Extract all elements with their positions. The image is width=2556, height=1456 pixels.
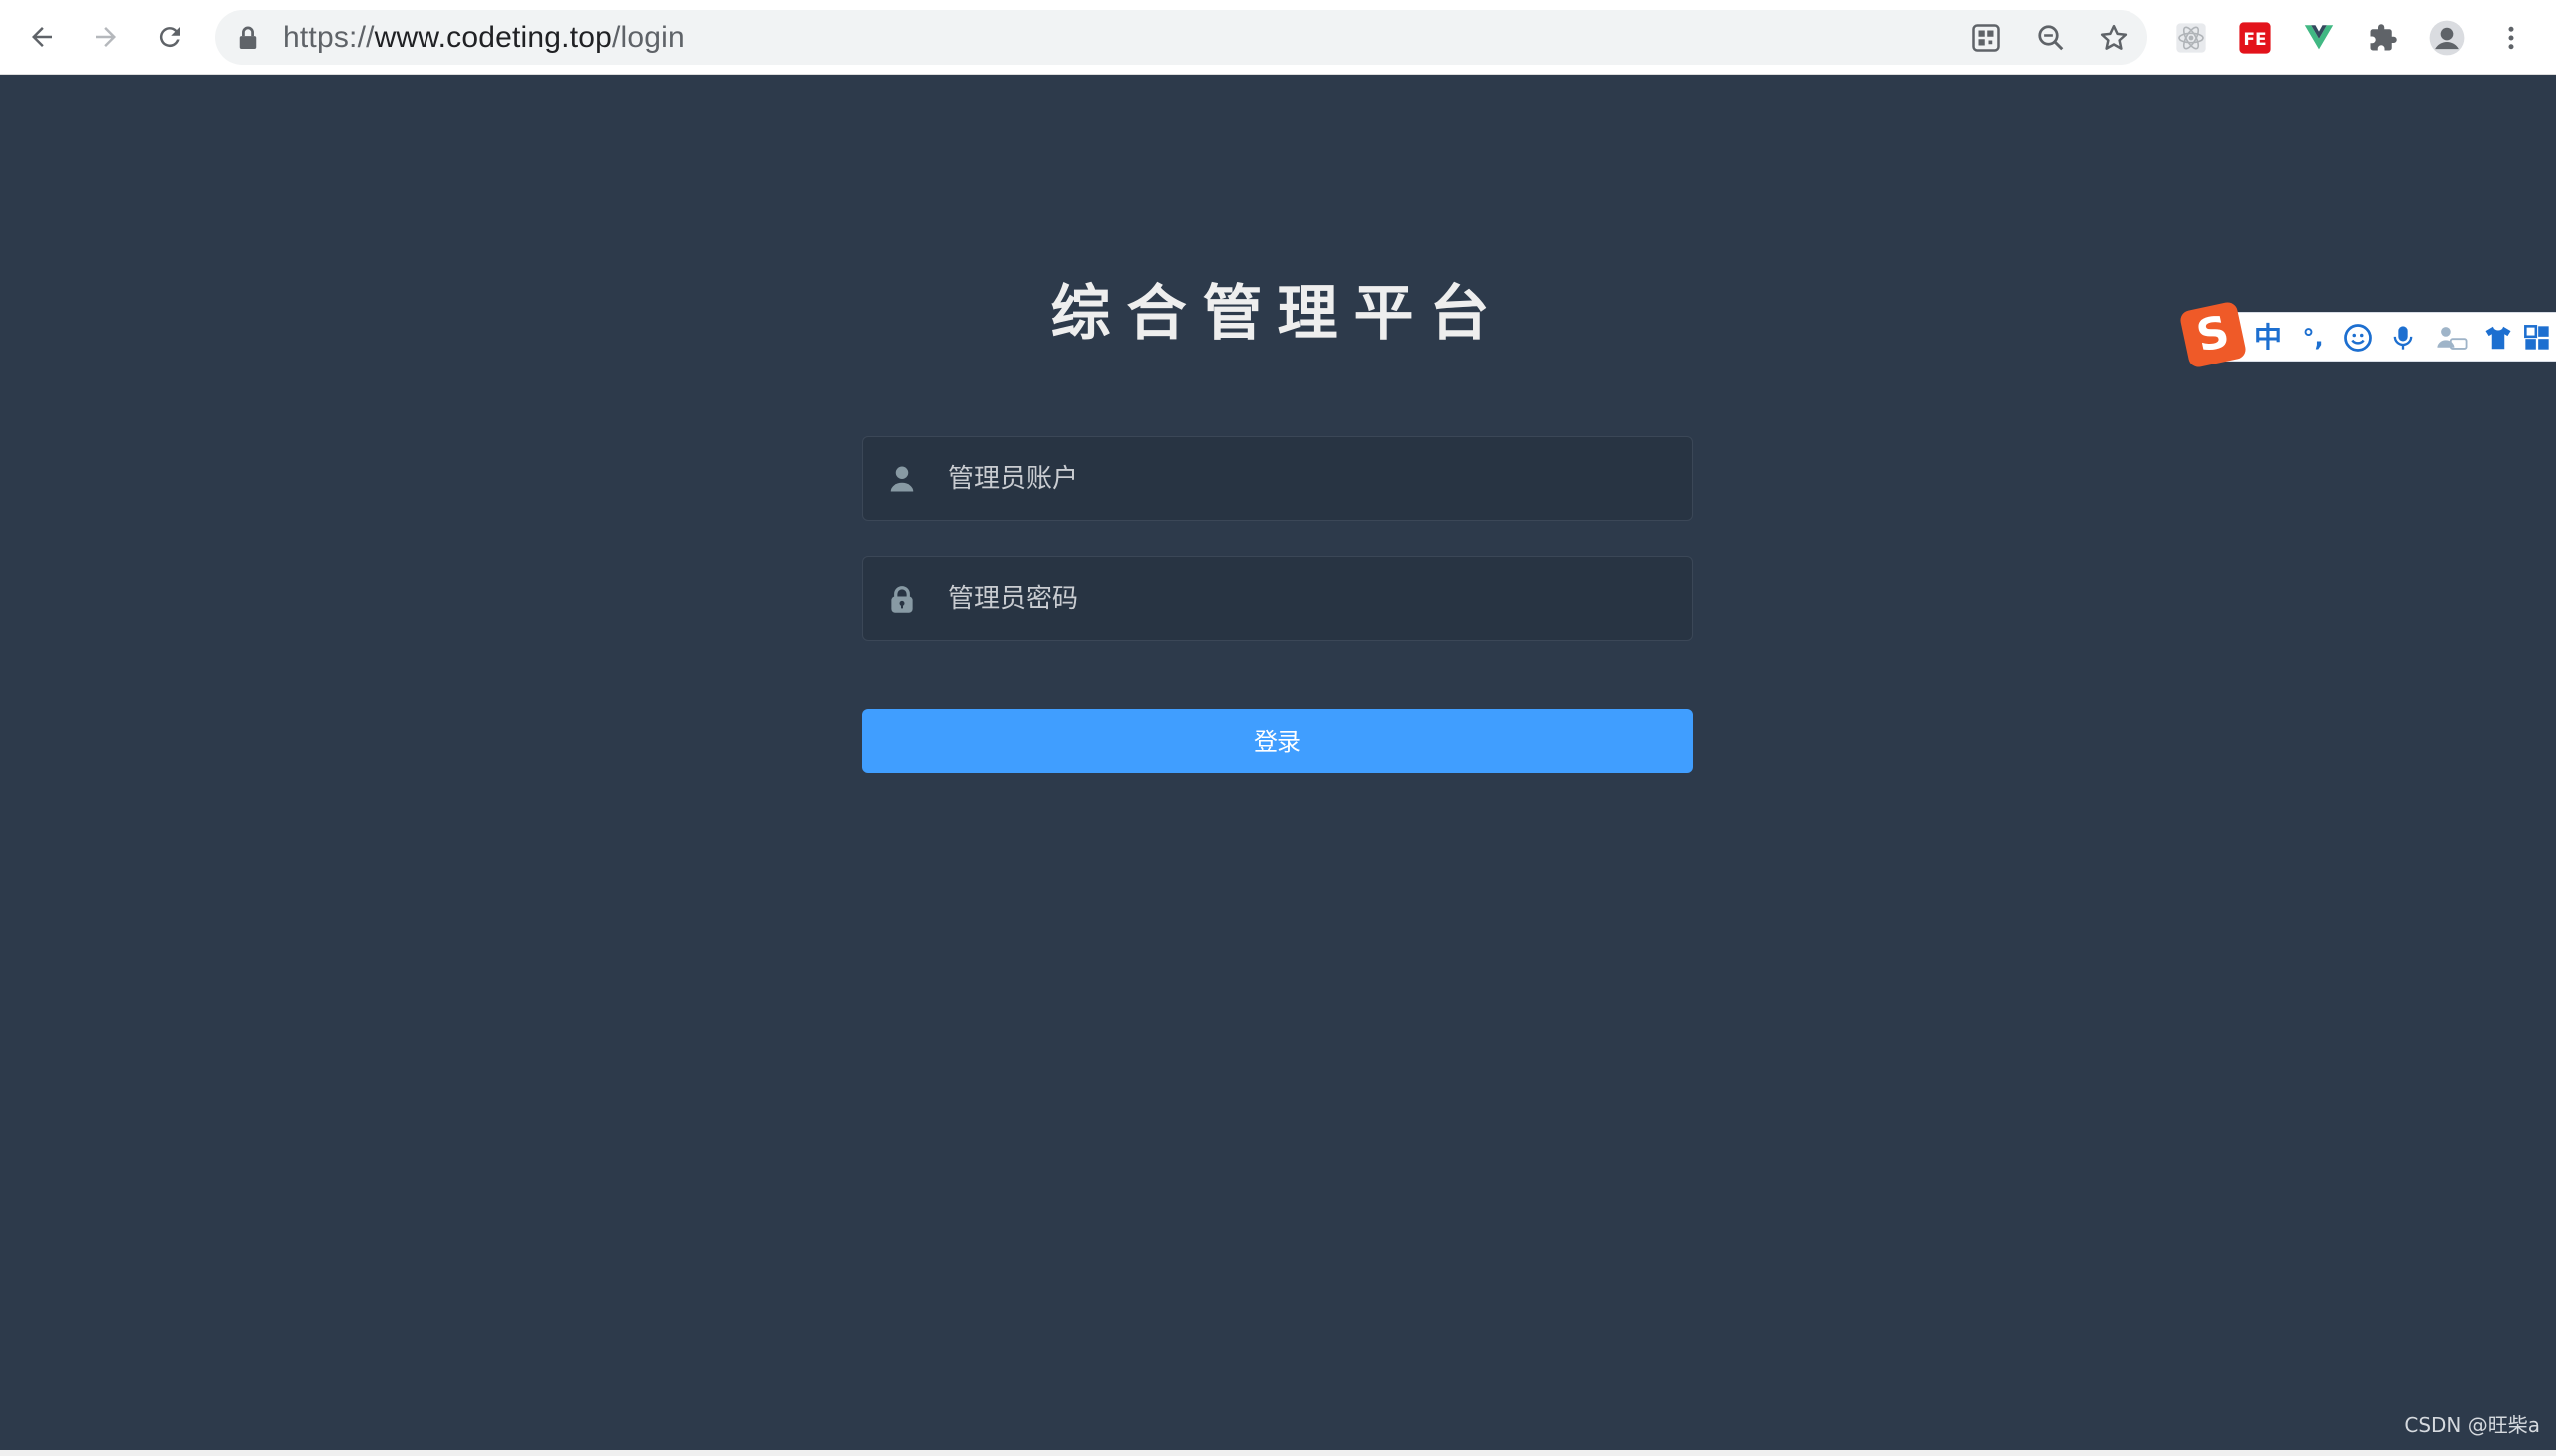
qr-code-button[interactable] — [1968, 20, 2004, 56]
browser-toolbar: https://www.codeting.top/login FE — [0, 0, 2556, 75]
bookmark-button[interactable] — [2096, 20, 2131, 56]
address-bar[interactable]: https://www.codeting.top/login — [215, 10, 2147, 65]
lock-icon — [891, 586, 913, 613]
tshirt-icon — [2485, 326, 2511, 350]
profile-button[interactable] — [2426, 17, 2468, 59]
url-host: www.codeting.top — [374, 21, 612, 54]
ime-skin-button[interactable] — [2478, 321, 2518, 355]
login-button[interactable]: 登录 — [862, 709, 1693, 773]
lock-icon — [239, 26, 257, 49]
password-input[interactable] — [948, 557, 1667, 640]
password-field[interactable] — [862, 556, 1693, 641]
url-text[interactable]: https://www.codeting.top/login — [283, 10, 685, 65]
extensions-button[interactable] — [2362, 17, 2404, 59]
vue-icon — [2304, 25, 2334, 50]
svg-text:FE: FE — [2243, 30, 2266, 50]
ime-punctuation-toggle[interactable]: °, — [2293, 321, 2333, 355]
sogou-logo[interactable]: S — [2178, 300, 2248, 369]
page-title: 综合管理平台 — [1050, 279, 1506, 349]
vue-devtools-extension[interactable] — [2298, 17, 2340, 59]
zoom-out-icon — [2038, 25, 2064, 51]
user-keyboard-icon — [2437, 327, 2468, 350]
fehelper-extension[interactable]: FE — [2234, 17, 2276, 59]
forward-button[interactable] — [86, 17, 126, 57]
grid-icon — [2524, 325, 2549, 350]
reload-icon — [159, 27, 180, 48]
more-vert-icon — [2508, 26, 2514, 50]
puzzle-icon — [2370, 24, 2397, 51]
user-icon — [890, 466, 914, 492]
arrow-left-icon — [32, 27, 52, 47]
username-input[interactable] — [948, 437, 1667, 520]
bottom-edge — [0, 1450, 2556, 1456]
ime-toolbox-button[interactable] — [2520, 321, 2554, 355]
watermark: CSDN @旺柴a — [2404, 1413, 2540, 1437]
avatar-icon — [2429, 20, 2465, 56]
menu-button[interactable] — [2490, 17, 2532, 59]
ime-emoji-button[interactable] — [2338, 321, 2378, 355]
react-devtools-extension[interactable] — [2170, 17, 2212, 59]
arrow-right-icon — [96, 27, 116, 47]
ime-mode-toggle[interactable]: 中 — [2248, 321, 2288, 355]
ime-user-button[interactable] — [2430, 321, 2474, 355]
qr-code-icon — [1972, 24, 2000, 52]
fe-icon: FE — [2239, 22, 2271, 54]
back-button[interactable] — [22, 17, 62, 57]
react-icon — [2176, 23, 2206, 53]
smiley-icon — [2344, 324, 2372, 352]
url-path: /login — [612, 21, 685, 54]
reload-button[interactable] — [150, 17, 190, 57]
ime-voice-button[interactable] — [2383, 321, 2423, 355]
ime-toolbar[interactable]: 中 °, — [2197, 312, 2556, 362]
zoom-button[interactable] — [2033, 20, 2069, 56]
microphone-icon — [2393, 326, 2413, 350]
star-icon — [2100, 24, 2128, 50]
username-field[interactable] — [862, 436, 1693, 521]
url-scheme: https:// — [283, 21, 375, 54]
